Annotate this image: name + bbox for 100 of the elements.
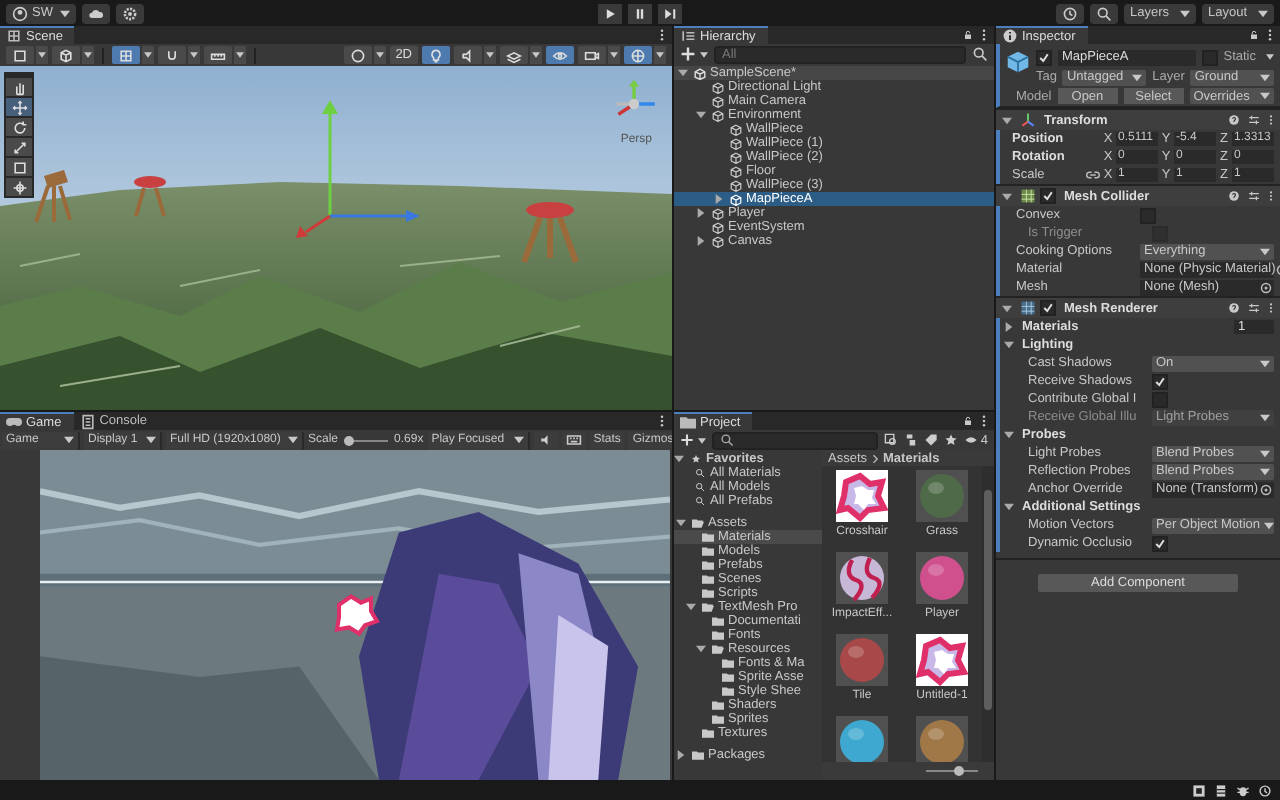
options-dropdown[interactable]: [530, 46, 542, 64]
options-dropdown[interactable]: [36, 46, 48, 64]
mute-audio-button[interactable]: [533, 431, 558, 449]
material-sphere-thumbnail[interactable]: [836, 634, 888, 686]
tag-icon[interactable]: [924, 432, 939, 448]
shortcuts-button[interactable]: [561, 431, 586, 449]
camera-toggle[interactable]: [578, 46, 606, 64]
material-sphere-thumbnail[interactable]: [836, 716, 888, 762]
checkbox[interactable]: [1152, 535, 1168, 551]
checkbox[interactable]: [1040, 188, 1056, 204]
checkbox[interactable]: [1140, 207, 1156, 223]
expanded-arrow-icon[interactable]: [674, 454, 684, 464]
cube-toggle[interactable]: [52, 46, 80, 64]
expanded-arrow-icon[interactable]: [1002, 303, 1012, 313]
lock-icon[interactable]: [1250, 28, 1258, 42]
layers-toggle[interactable]: [500, 46, 528, 64]
checkbox[interactable]: [1152, 373, 1168, 389]
options-dropdown[interactable]: [82, 46, 94, 64]
collapsed-arrow-icon[interactable]: [1004, 322, 1014, 332]
help-icon[interactable]: [1228, 114, 1240, 126]
sliders-icon[interactable]: [1248, 114, 1260, 126]
grid-toggle[interactable]: [112, 46, 140, 64]
lock-icon[interactable]: [964, 414, 972, 428]
scrollbar-thumb[interactable]: [984, 490, 992, 710]
checkbox[interactable]: [1152, 391, 1168, 407]
filter-type-icon[interactable]: [904, 432, 919, 448]
options-dropdown[interactable]: [654, 46, 666, 64]
ruler-toggle[interactable]: [204, 46, 232, 64]
rotate-tool-button[interactable]: [6, 118, 32, 136]
move-tool-button[interactable]: [6, 98, 32, 116]
collapsed-arrow-icon[interactable]: [696, 236, 706, 246]
scale-slider[interactable]: [344, 435, 389, 445]
options-dropdown[interactable]: [484, 46, 496, 64]
star-icon[interactable]: [944, 432, 959, 448]
help-icon[interactable]: [1228, 190, 1240, 202]
expanded-arrow-icon[interactable]: [1002, 191, 1012, 201]
more-options-icon[interactable]: [980, 28, 988, 42]
expanded-arrow-icon[interactable]: [1004, 340, 1014, 350]
more-options-icon[interactable]: [1266, 28, 1274, 42]
rect-tool-button[interactable]: [6, 158, 32, 176]
link-icon[interactable]: [1086, 170, 1100, 180]
expanded-arrow-icon[interactable]: [686, 602, 696, 612]
help-icon[interactable]: [1228, 302, 1240, 314]
expanded-arrow-icon[interactable]: [1004, 430, 1014, 440]
striped-sphere-thumbnail[interactable]: [836, 552, 888, 604]
material-sphere-thumbnail[interactable]: [916, 552, 968, 604]
bulb-toggle[interactable]: [422, 46, 450, 64]
play-button[interactable]: [598, 3, 622, 23]
target-icon[interactable]: [1260, 483, 1272, 495]
cloud-button[interactable]: [82, 3, 111, 23]
checkbox[interactable]: [1040, 300, 1056, 316]
material-sphere-thumbnail[interactable]: [916, 716, 968, 762]
options-dropdown[interactable]: [234, 46, 246, 64]
hand-tool-button[interactable]: [6, 78, 32, 96]
more-options-icon[interactable]: [980, 414, 988, 428]
crosshair-texture-thumbnail[interactable]: [836, 470, 888, 522]
sliders-icon[interactable]: [1248, 302, 1260, 314]
options-dropdown[interactable]: [188, 46, 200, 64]
search-button[interactable]: [1090, 3, 1118, 23]
checkbox[interactable]: [1036, 49, 1052, 65]
lock-icon[interactable]: [964, 28, 972, 42]
expanded-arrow-icon[interactable]: [696, 110, 706, 120]
search-field[interactable]: [712, 431, 879, 449]
expanded-arrow-icon[interactable]: [678, 68, 688, 78]
step-button[interactable]: [658, 3, 682, 23]
globe-toggle[interactable]: [624, 46, 652, 64]
add-button[interactable]: [680, 46, 708, 62]
options-dropdown[interactable]: [373, 46, 386, 64]
slider-thumb[interactable]: [344, 435, 355, 445]
more-options-icon[interactable]: [658, 414, 666, 428]
more-options-icon[interactable]: [658, 28, 666, 42]
scale-tool-button[interactable]: [6, 138, 32, 156]
collapsed-arrow-icon[interactable]: [696, 208, 706, 218]
add-button[interactable]: [680, 432, 706, 448]
square-toggle[interactable]: [6, 46, 34, 64]
options-dropdown[interactable]: [608, 46, 620, 64]
speaker-toggle[interactable]: [454, 46, 482, 64]
expanded-arrow-icon[interactable]: [676, 518, 686, 528]
slider-thumb[interactable]: [953, 766, 964, 776]
caret-icon: [190, 52, 198, 58]
transform-tool-button[interactable]: [6, 178, 32, 196]
expanded-arrow-icon[interactable]: [1002, 115, 1012, 125]
search-icon[interactable]: [972, 46, 988, 62]
eye-toggle[interactable]: [546, 46, 574, 64]
material-sphere-thumbnail[interactable]: [916, 470, 968, 522]
options-dropdown[interactable]: [142, 46, 154, 64]
caret-icon: [1260, 359, 1270, 367]
settings-button[interactable]: [116, 3, 145, 23]
expanded-arrow-icon[interactable]: [1004, 502, 1014, 512]
collapsed-arrow-icon[interactable]: [714, 194, 724, 204]
history-button[interactable]: [1056, 3, 1084, 23]
crosshair-texture-thumbnail[interactable]: [916, 634, 968, 686]
expanded-arrow-icon[interactable]: [696, 644, 706, 654]
collapsed-arrow-icon[interactable]: [676, 750, 686, 760]
circle-toggle[interactable]: [343, 46, 372, 64]
sliders-icon[interactable]: [1248, 190, 1260, 202]
bug-icon[interactable]: [1236, 783, 1250, 797]
pause-button[interactable]: [628, 3, 652, 23]
magnet-toggle[interactable]: [158, 46, 186, 64]
database-icon[interactable]: [1214, 783, 1228, 797]
